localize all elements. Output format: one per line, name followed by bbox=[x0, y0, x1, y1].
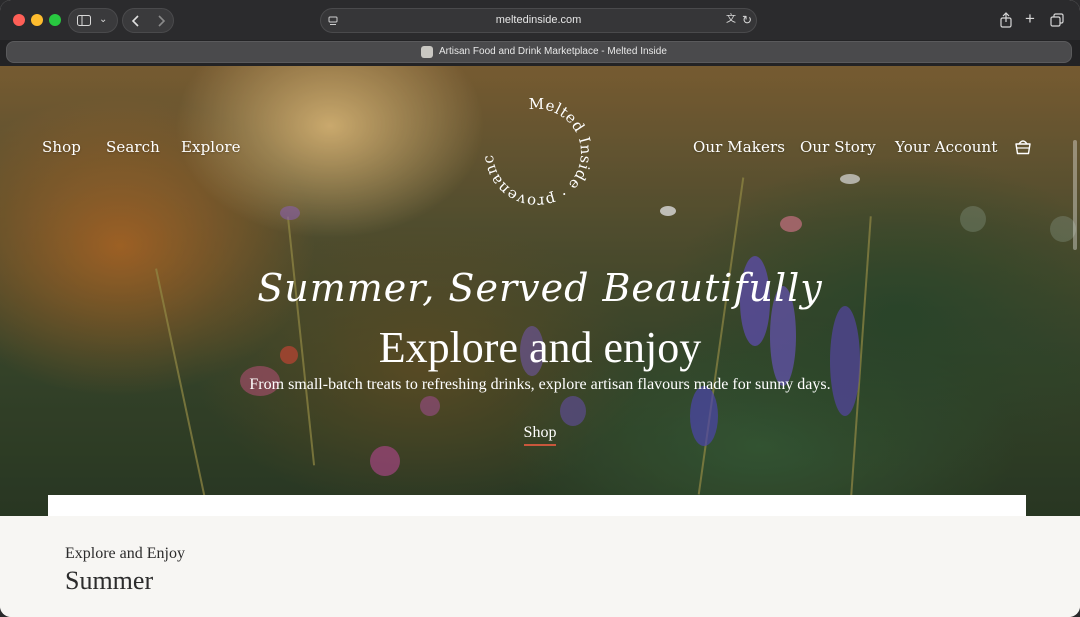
nav-our-makers[interactable]: Our Makers bbox=[693, 138, 785, 156]
translate-icon[interactable]: 文 bbox=[726, 15, 736, 25]
share-icon[interactable] bbox=[999, 12, 1013, 28]
tab-bar: Artisan Food and Drink Marketplace - Mel… bbox=[0, 40, 1080, 66]
favicon-icon bbox=[421, 46, 433, 58]
sidebar-icon bbox=[77, 15, 91, 26]
chevron-down-icon: ⌄ bbox=[99, 14, 108, 25]
hero-shop-link[interactable]: Shop bbox=[0, 424, 1080, 446]
reload-icon[interactable]: ↻ bbox=[742, 14, 752, 26]
address-bar[interactable]: meltedinside.com 文 ↻ bbox=[320, 8, 757, 33]
hero-title: Explore and enjoy bbox=[378, 323, 702, 372]
hero-banner: Shop Search Explore Our Makers Our Story… bbox=[0, 66, 1080, 516]
nav-your-account[interactable]: Your Account bbox=[895, 138, 997, 156]
forward-button[interactable] bbox=[156, 15, 166, 27]
url-text: meltedinside.com bbox=[495, 14, 582, 26]
nav-search[interactable]: Search bbox=[106, 138, 160, 156]
summer-section: Explore and Enjoy Summer bbox=[0, 516, 1080, 617]
melted-inside-logo[interactable]: Melted Inside · provenance matters · bbox=[478, 94, 596, 212]
section-title: Summer bbox=[65, 566, 154, 595]
nav-our-story[interactable]: Our Story bbox=[800, 138, 876, 156]
history-navigation bbox=[122, 8, 174, 33]
new-tab-icon[interactable]: + bbox=[1025, 10, 1035, 27]
nav-shop[interactable]: Shop bbox=[42, 138, 81, 156]
svg-text:Melted Inside · provenance mat: Melted Inside · provenance matters · bbox=[478, 94, 595, 211]
hero-subtitle: From small-batch treats to refreshing dr… bbox=[249, 376, 831, 393]
close-window-button[interactable] bbox=[13, 14, 25, 26]
hero-shop-label[interactable]: Shop bbox=[523, 424, 557, 446]
logo-ring-text: Melted Inside · provenance matters · bbox=[478, 94, 595, 211]
hero-script-heading: Summer, Served Beautifully bbox=[257, 266, 823, 310]
page-scrollbar[interactable] bbox=[1073, 140, 1077, 250]
nav-explore[interactable]: Explore bbox=[181, 138, 241, 156]
section-kicker: Explore and Enjoy bbox=[65, 545, 185, 562]
tab-title: Artisan Food and Drink Marketplace - Mel… bbox=[439, 46, 667, 57]
sidebar-toggle-button[interactable]: ⌄ bbox=[68, 8, 118, 33]
browser-window: ⌄ meltedinside.com 文 ↻ + Artisan Food an… bbox=[0, 0, 1080, 617]
maximize-window-button[interactable] bbox=[49, 14, 61, 26]
minimize-window-button[interactable] bbox=[31, 14, 43, 26]
active-tab[interactable]: Artisan Food and Drink Marketplace - Mel… bbox=[6, 41, 1072, 63]
basket-icon[interactable] bbox=[1014, 139, 1032, 155]
browser-toolbar: ⌄ meltedinside.com 文 ↻ + bbox=[0, 0, 1080, 40]
tab-overview-icon[interactable] bbox=[1050, 13, 1064, 27]
content-card-top bbox=[48, 495, 1026, 517]
back-button[interactable] bbox=[131, 15, 141, 27]
